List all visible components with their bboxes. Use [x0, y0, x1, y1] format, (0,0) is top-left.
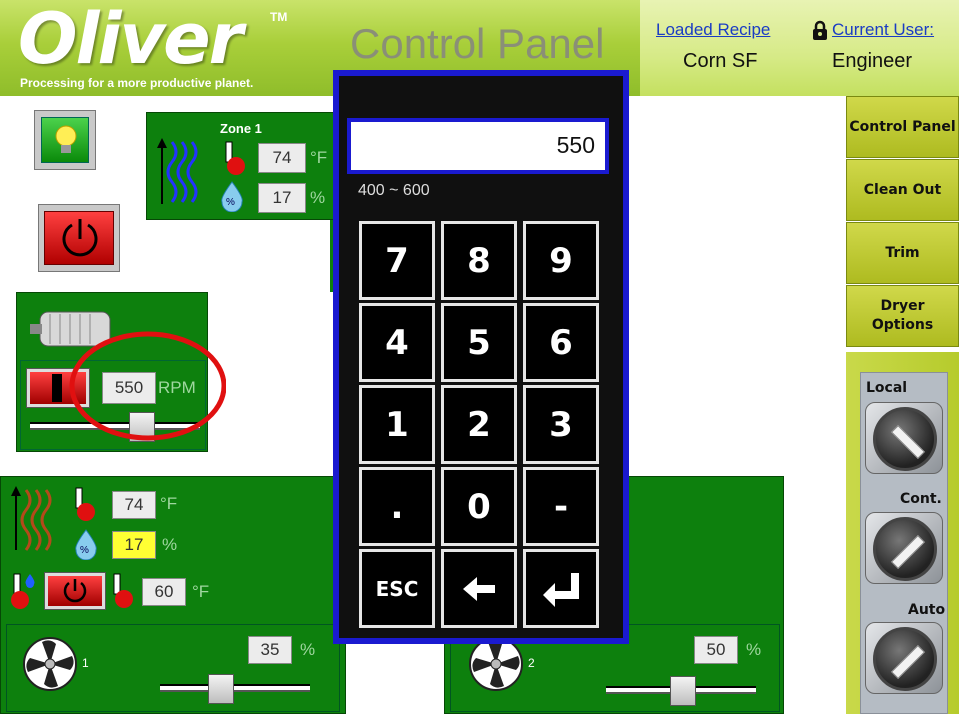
- key-1[interactable]: 1: [359, 385, 435, 464]
- zone2-humidity-field[interactable]: 17: [112, 531, 156, 559]
- cont-selector-knob[interactable]: [865, 512, 943, 584]
- key-minus[interactable]: -: [523, 467, 599, 546]
- knob-dial-icon: [873, 407, 937, 471]
- light-bulb-icon: [55, 125, 77, 153]
- key-backspace[interactable]: [441, 549, 517, 628]
- fan2-slider-thumb[interactable]: [670, 676, 696, 706]
- knob-dial-icon: [873, 627, 937, 691]
- nav-trim-button[interactable]: Trim: [846, 222, 959, 284]
- light-button[interactable]: [34, 110, 96, 170]
- zone1-humidity-field[interactable]: 17: [258, 183, 306, 213]
- fan1-slider-thumb[interactable]: [208, 674, 234, 704]
- heat-airflow-icon: [11, 486, 52, 551]
- dryer-label-line1: Dryer: [880, 298, 925, 314]
- knob-dial-icon: [873, 517, 937, 581]
- heater-setpoint-unit: °F: [192, 582, 210, 601]
- thermometer-icon: [113, 573, 133, 608]
- enter-arrow-icon: [543, 572, 579, 607]
- keypad-range-hint: 400 ~ 600: [358, 182, 430, 199]
- heater-power-button[interactable]: [44, 572, 106, 610]
- cont-label: Cont.: [900, 491, 942, 507]
- lock-icon: [813, 20, 827, 40]
- highlight-circle-annotation: [69, 331, 226, 441]
- header-status-area: [640, 0, 959, 96]
- zone1-temp-unit: °F: [310, 148, 328, 167]
- dryer-label-line2: Options: [871, 317, 934, 333]
- logo-trademark: TM: [270, 10, 288, 24]
- svg-text:%: %: [226, 197, 235, 208]
- left-arrow-icon: [463, 576, 495, 601]
- heater-setpoint-field[interactable]: 60: [142, 578, 186, 606]
- page-title: Control Panel: [350, 20, 605, 67]
- power-icon: [62, 219, 98, 257]
- thermometer-icon: [75, 487, 95, 521]
- airflow-icon: [157, 138, 198, 204]
- power-icon: [63, 579, 87, 603]
- nav-clean-out-button[interactable]: Clean Out: [846, 159, 959, 221]
- zone2-temp-field[interactable]: 74: [112, 491, 156, 519]
- thermometer-humidity-icon: [11, 573, 35, 609]
- nav-dryer-options-button[interactable]: Dryer Options: [846, 285, 959, 347]
- auto-selector-knob[interactable]: [865, 622, 943, 694]
- svg-text:%: %: [80, 545, 89, 556]
- key-8[interactable]: 8: [441, 221, 517, 300]
- thermometer-icon: [225, 141, 245, 175]
- key-decimal[interactable]: .: [359, 467, 435, 546]
- zone1-humidity-unit: %: [310, 188, 326, 207]
- fan2-label: 2: [528, 656, 535, 670]
- humidity-drop-icon: %: [221, 181, 243, 212]
- key-7[interactable]: 7: [359, 221, 435, 300]
- loaded-recipe-value: Corn SF: [683, 50, 758, 72]
- fan2-speed-field[interactable]: 50: [694, 636, 738, 664]
- power-button[interactable]: [38, 204, 120, 272]
- key-2[interactable]: 2: [441, 385, 517, 464]
- fan-icon: [469, 637, 523, 691]
- key-5[interactable]: 5: [441, 303, 517, 382]
- logo-tagline: Processing for a more productive planet.: [20, 76, 254, 90]
- humidity-drop-icon: %: [75, 529, 97, 560]
- local-selector-knob[interactable]: [865, 402, 943, 474]
- key-3[interactable]: 3: [523, 385, 599, 464]
- fan1-speed-unit: %: [300, 640, 316, 659]
- key-enter[interactable]: [523, 549, 599, 628]
- zone2-temp-unit: °F: [160, 494, 178, 513]
- nav-control-panel-button[interactable]: Control Panel: [846, 96, 959, 158]
- key-9[interactable]: 9: [523, 221, 599, 300]
- key-4[interactable]: 4: [359, 303, 435, 382]
- key-6[interactable]: 6: [523, 303, 599, 382]
- key-esc[interactable]: ESC: [359, 549, 435, 628]
- key-0[interactable]: 0: [441, 467, 517, 546]
- stop-bar-icon: [52, 374, 62, 402]
- zone1-title: Zone 1: [220, 121, 262, 136]
- current-user-link[interactable]: Current User:: [832, 20, 934, 40]
- fan1-slider-track[interactable]: [160, 684, 310, 692]
- current-user-value: Engineer: [832, 50, 913, 72]
- fan-icon: [23, 637, 77, 691]
- loaded-recipe-link[interactable]: Loaded Recipe: [656, 20, 770, 40]
- oliver-logo: Oliver: [18, 0, 243, 80]
- fan1-label: 1: [82, 656, 89, 670]
- fan1-speed-field[interactable]: 35: [248, 636, 292, 664]
- zone1-temp-field[interactable]: 74: [258, 143, 306, 173]
- keypad-display[interactable]: 550: [347, 118, 609, 174]
- local-label: Local: [866, 380, 908, 396]
- zone2-humidity-unit: %: [162, 535, 178, 554]
- fan2-speed-unit: %: [746, 640, 762, 659]
- auto-label: Auto: [908, 602, 946, 618]
